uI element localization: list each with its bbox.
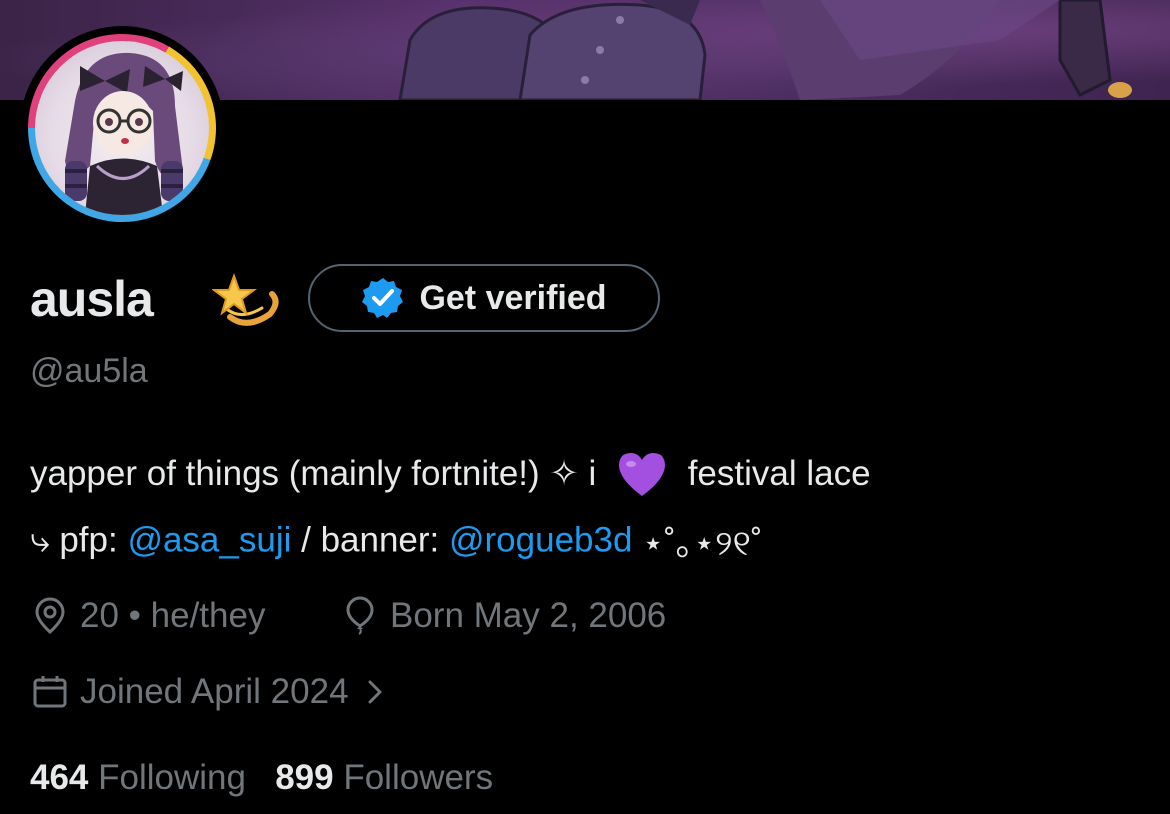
get-verified-label: Get verified xyxy=(419,278,607,317)
birthday-text: Born May 2, 2006 xyxy=(390,596,667,635)
following-count-link[interactable]: 464 Following xyxy=(30,758,246,797)
purple-heart-emoji-icon xyxy=(618,453,665,496)
calendar-icon xyxy=(33,676,67,708)
birthday-item: Born May 2, 2006 xyxy=(340,596,666,636)
location-item: 20 • he/they xyxy=(30,596,265,636)
user-handle: @au5la xyxy=(30,352,148,390)
bio-pfp-prefix: ⤷ pfp: xyxy=(30,520,128,560)
following-label: Following xyxy=(98,758,246,797)
follow-counts: 464 Following 899 Followers xyxy=(30,758,493,798)
bio-line-1: yapper of things (mainly fortnite!) ✧ i … xyxy=(30,450,871,498)
followers-count: 899 xyxy=(275,758,334,797)
profile-page: ausla Get verified @au5la yapper of thin… xyxy=(0,0,1170,814)
location-pin-icon xyxy=(35,597,65,635)
bio-line-2: ⤷ pfp: @asa_suji / banner: @rogueb3d ⋆˚｡… xyxy=(30,515,762,566)
joined-item[interactable]: Joined April 2024 xyxy=(30,672,393,712)
bio-text-tail: festival lace xyxy=(687,454,871,493)
bio-banner-prefix: / banner: xyxy=(291,520,449,560)
balloon-icon xyxy=(346,596,374,635)
bio-text: yapper of things (mainly fortnite!) ✧ i xyxy=(30,454,597,493)
joined-text: Joined April 2024 xyxy=(80,672,349,711)
chevron-right-icon xyxy=(368,680,382,704)
verified-badge-icon xyxy=(362,278,404,318)
location-text: 20 • he/they xyxy=(80,596,266,635)
followers-count-link[interactable]: 899 Followers xyxy=(275,758,493,797)
bio-decoration: ⋆˚｡⋆୨୧˚ xyxy=(632,524,763,563)
banner-artist-link[interactable]: @rogueb3d xyxy=(449,521,632,560)
avatar-image xyxy=(35,41,209,215)
pfp-artist-link[interactable]: @asa_suji xyxy=(127,521,291,560)
dizzy-star-emoji-icon xyxy=(212,273,279,326)
get-verified-button[interactable]: Get verified xyxy=(308,264,660,332)
followers-label: Followers xyxy=(343,758,494,797)
display-name: ausla xyxy=(30,271,154,327)
avatar[interactable] xyxy=(20,26,224,230)
following-count: 464 xyxy=(30,758,89,797)
